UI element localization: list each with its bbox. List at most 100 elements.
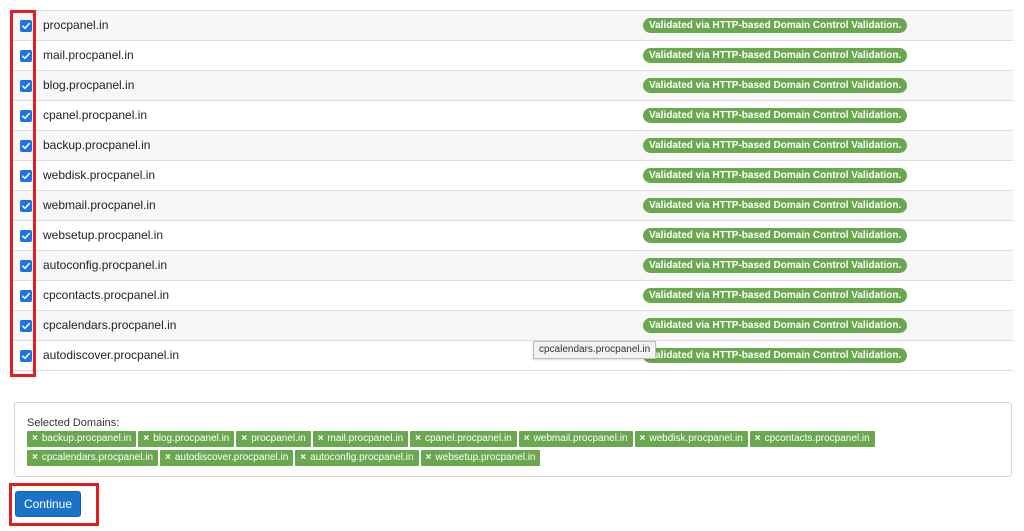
domain-row: cpcontacts.procpanel.in Validated via HTT… — [11, 281, 1013, 311]
domain-tooltip: cpcalendars.procpanel.in — [533, 341, 657, 359]
checkmark-icon — [22, 52, 31, 60]
validation-status-badge: Validated via HTTP-based Domain Control … — [643, 168, 908, 183]
validation-status-badge: Validated via HTTP-based Domain Control … — [643, 258, 908, 273]
remove-icon[interactable]: × — [640, 431, 646, 447]
validation-status-badge: Validated via HTTP-based Domain Control … — [643, 18, 908, 33]
domain-checkbox[interactable] — [20, 170, 32, 182]
domain-checkbox[interactable] — [20, 200, 32, 212]
selected-domain-chip[interactable]: × webdisk.procpanel.in — [634, 431, 748, 447]
checkmark-icon — [22, 322, 31, 330]
domain-row: websetup.procpanel.in Validated via HTTP-… — [11, 221, 1013, 251]
domain-row: cpanel.procpanel.in Validated via HTTP-ba… — [11, 101, 1013, 131]
checkmark-icon — [22, 262, 31, 270]
remove-icon[interactable]: × — [318, 431, 324, 447]
selected-domain-chip[interactable]: × cpcalendars.procpanel.in — [27, 450, 159, 466]
domain-name: cpcontacts.procpanel.in — [43, 288, 170, 302]
checkmark-icon — [22, 202, 31, 210]
domain-checkbox[interactable] — [20, 230, 32, 242]
remove-icon[interactable]: × — [143, 431, 149, 447]
chip-label: webmail.procpanel.in — [533, 433, 628, 444]
selected-domain-chip[interactable]: × backup.procpanel.in — [27, 431, 137, 447]
domain-checkbox[interactable] — [20, 140, 32, 152]
domain-checkbox[interactable] — [20, 80, 32, 92]
checkmark-icon — [22, 82, 31, 90]
domain-checkbox[interactable] — [20, 110, 32, 122]
domain-checkbox[interactable] — [20, 50, 32, 62]
continue-button[interactable]: Continue — [15, 491, 81, 517]
domain-name: cpcalendars.procpanel.in — [43, 318, 177, 332]
checkmark-icon — [22, 352, 31, 360]
checkmark-icon — [22, 142, 31, 150]
checkmark-icon — [22, 112, 31, 120]
selected-domain-chip[interactable]: × webmail.procpanel.in — [518, 431, 633, 447]
domain-checkbox[interactable] — [20, 320, 32, 332]
remove-icon[interactable]: × — [241, 431, 247, 447]
remove-icon[interactable]: × — [426, 450, 432, 466]
domain-row: procpanel.in Validated via HTTP-based Dom… — [11, 11, 1013, 41]
chip-label: cpcontacts.procpanel.in — [764, 433, 870, 444]
domain-name: backup.procpanel.in — [43, 138, 151, 152]
checkmark-icon — [22, 22, 31, 30]
selected-domain-chip[interactable]: × autodiscover.procpanel.in — [160, 450, 294, 466]
validation-status-badge: Validated via HTTP-based Domain Control … — [643, 198, 908, 213]
selected-domain-chip[interactable]: × cpanel.procpanel.in — [410, 431, 517, 447]
domain-row: cpcalendars.procpanel.in Validated via HT… — [11, 311, 1013, 341]
domain-row: blog.procpanel.in Validated via HTTP-base… — [11, 71, 1013, 101]
remove-icon[interactable]: × — [524, 431, 530, 447]
chip-label: blog.procpanel.in — [153, 433, 230, 444]
domain-name: mail.procpanel.in — [43, 48, 134, 62]
remove-icon[interactable]: × — [32, 450, 38, 466]
validation-status-badge: Validated via HTTP-based Domain Control … — [643, 318, 908, 333]
domain-row: autoconfig.procpanel.in Validated via HTT… — [11, 251, 1013, 281]
selected-chips-row-2: × cpcalendars.procpanel.in × autodiscover.p… — [27, 450, 541, 466]
domain-row: backup.procpanel.in Validated via HTTP-ba… — [11, 131, 1013, 161]
selected-domains-panel: Selected Domains: × backup.procpanel.in × b… — [14, 402, 1012, 477]
chip-label: cpcalendars.procpanel.in — [41, 452, 154, 463]
validation-status-badge: Validated via HTTP-based Domain Control … — [643, 228, 908, 243]
selected-domain-chip[interactable]: × websetup.procpanel.in — [420, 450, 541, 466]
chip-label: procpanel.in — [251, 433, 306, 444]
selected-domain-chip[interactable]: × blog.procpanel.in — [138, 431, 235, 447]
domain-checkbox[interactable] — [20, 350, 32, 362]
domain-row: webdisk.procpanel.in Validated via HTTP-b… — [11, 161, 1013, 191]
domain-name: websetup.procpanel.in — [43, 228, 164, 242]
selected-domain-chip[interactable]: × cpcontacts.procpanel.in — [749, 431, 875, 447]
validation-status-badge: Validated via HTTP-based Domain Control … — [643, 348, 908, 363]
chip-label: backup.procpanel.in — [41, 433, 132, 444]
remove-icon[interactable]: × — [415, 431, 421, 447]
checkmark-icon — [22, 232, 31, 240]
domain-row: webmail.procpanel.in Validated via HTTP-b… — [11, 191, 1013, 221]
domain-name: blog.procpanel.in — [43, 78, 135, 92]
remove-icon[interactable]: × — [300, 450, 306, 466]
selected-domain-chip[interactable]: × mail.procpanel.in — [312, 431, 409, 447]
chip-label: websetup.procpanel.in — [435, 452, 536, 463]
chip-label: webdisk.procpanel.in — [649, 433, 743, 444]
domain-table: procpanel.in Validated via HTTP-based Dom… — [11, 10, 1013, 371]
chip-label: autodiscover.procpanel.in — [174, 452, 289, 463]
domain-row: mail.procpanel.in Validated via HTTP-base… — [11, 41, 1013, 71]
domain-name: webdisk.procpanel.in — [43, 168, 156, 182]
validation-status-badge: Validated via HTTP-based Domain Control … — [643, 48, 908, 63]
remove-icon[interactable]: × — [32, 431, 38, 447]
domain-name: procpanel.in — [43, 18, 109, 32]
selected-domains-label: Selected Domains: — [27, 417, 120, 429]
page: procpanel.in Validated via HTTP-based Dom… — [0, 0, 1024, 531]
validation-status-badge: Validated via HTTP-based Domain Control … — [643, 288, 908, 303]
checkmark-icon — [22, 172, 31, 180]
domain-checkbox[interactable] — [20, 260, 32, 272]
remove-icon[interactable]: × — [755, 431, 761, 447]
checkmark-icon — [22, 292, 31, 300]
domain-name: webmail.procpanel.in — [43, 198, 156, 212]
selected-domain-chip[interactable]: × autoconfig.procpanel.in — [295, 450, 419, 466]
chip-label: autoconfig.procpanel.in — [310, 452, 414, 463]
remove-icon[interactable]: × — [165, 450, 171, 466]
selected-domain-chip[interactable]: × procpanel.in — [236, 431, 311, 447]
chip-label: cpanel.procpanel.in — [425, 433, 512, 444]
domain-name: autodiscover.procpanel.in — [43, 348, 180, 362]
domain-checkbox[interactable] — [20, 20, 32, 32]
domain-name: cpanel.procpanel.in — [43, 108, 148, 122]
domain-name: autoconfig.procpanel.in — [43, 258, 168, 272]
validation-status-badge: Validated via HTTP-based Domain Control … — [643, 138, 908, 153]
domain-checkbox[interactable] — [20, 290, 32, 302]
selected-chips-row-1: × backup.procpanel.in × blog.procpanel.in × p… — [27, 431, 875, 447]
